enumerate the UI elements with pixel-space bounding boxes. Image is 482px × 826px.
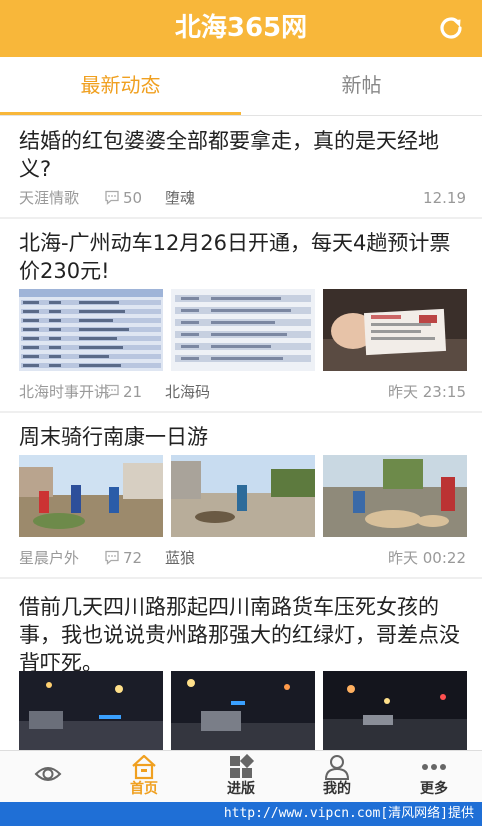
post-image-lunch[interactable] xyxy=(323,455,467,537)
post-meta: 天涯情歌 50 堕魂 12.19 xyxy=(19,187,466,209)
app-title: 北海365网 xyxy=(174,13,308,43)
refresh-icon[interactable] xyxy=(436,13,466,43)
post-author[interactable]: 星晨户外 xyxy=(19,547,79,569)
tab-me-label: 我的 xyxy=(323,781,351,797)
comment-count: 21 xyxy=(104,381,142,403)
watermark-text: http://www.vipcn.com[清风网络]提供 xyxy=(0,802,482,826)
comment-icon xyxy=(105,550,119,565)
post-item[interactable]: 周末骑行南康一日游 星晨户外 72 蓝狼 昨天 00:22 xyxy=(0,413,482,577)
app-header: 北海365网 xyxy=(0,0,482,57)
tab-more[interactable]: 更多 xyxy=(386,751,482,803)
post-time: 12.19 xyxy=(423,189,466,207)
tab-home[interactable]: 首页 xyxy=(96,751,192,803)
post-image-timetable[interactable] xyxy=(19,289,163,371)
tab-more-label: 更多 xyxy=(420,781,448,797)
comment-icon xyxy=(105,190,119,205)
comment-count-value: 72 xyxy=(123,549,143,567)
post-author[interactable]: 北海时事开讲 xyxy=(19,381,109,403)
post-meta: 北海时事开讲 21 北海码 昨天 23:15 xyxy=(19,381,466,403)
post-image-schedule[interactable] xyxy=(171,289,315,371)
post-image-night-crossing[interactable] xyxy=(323,671,467,750)
feed-tabs: 最新动态 新帖 xyxy=(0,57,482,116)
post-title[interactable]: 结婚的红包婆婆全部都要拿走，真的是天经地义? xyxy=(19,127,466,183)
post-title[interactable]: 周末骑行南康一日游 xyxy=(19,423,466,451)
post-author[interactable]: 天涯情歌 xyxy=(19,187,79,209)
post-image-night-traffic[interactable] xyxy=(171,671,315,750)
grid-icon xyxy=(230,754,255,778)
post-time: 昨天 23:15 xyxy=(388,383,466,401)
post-forum[interactable]: 蓝狼 xyxy=(165,547,195,569)
post-image-road[interactable] xyxy=(171,455,315,537)
comment-count-value: 50 xyxy=(123,189,143,207)
home-icon xyxy=(132,754,156,780)
tab-eye[interactable] xyxy=(0,751,96,803)
post-title[interactable]: 北海-广州动车12月26日开通，每天4趟预计票价230元! xyxy=(19,229,466,285)
post-forum[interactable]: 北海码 xyxy=(165,381,210,403)
comment-icon xyxy=(105,384,119,399)
tab-new-posts[interactable]: 新帖 xyxy=(241,57,482,115)
post-item[interactable]: 结婚的红包婆婆全部都要拿走，真的是天经地义? 天涯情歌 50 堕魂 12.19 xyxy=(0,117,482,217)
eye-icon xyxy=(34,767,62,781)
post-item[interactable]: 借前几天四川路那起四川南路货车压死女孩的事，我也说说贵州路那强大的红绿灯，哥差点… xyxy=(0,579,482,750)
tab-forums[interactable]: 进版 xyxy=(193,751,289,803)
comment-count: 72 xyxy=(104,547,142,569)
post-image-ticket[interactable] xyxy=(323,289,467,371)
tab-me[interactable]: 我的 xyxy=(289,751,385,803)
tab-forums-label: 进版 xyxy=(227,781,255,797)
post-time: 昨天 00:22 xyxy=(388,549,466,567)
post-forum[interactable]: 堕魂 xyxy=(165,187,195,209)
post-image-night-street[interactable] xyxy=(19,671,163,750)
post-meta: 星晨户外 72 蓝狼 昨天 00:22 xyxy=(19,547,466,569)
user-icon xyxy=(324,755,350,780)
comment-count-value: 21 xyxy=(123,383,143,401)
more-icon xyxy=(422,764,446,770)
post-title[interactable]: 借前几天四川路那起四川南路货车压死女孩的事，我也说说贵州路那强大的红绿灯，哥差点… xyxy=(19,593,466,677)
bottom-tab-bar: 首页 进版 我的 更多 xyxy=(0,750,482,802)
tab-home-label: 首页 xyxy=(130,781,158,797)
comment-count: 50 xyxy=(104,187,142,209)
post-image-cyclists[interactable] xyxy=(19,455,163,537)
post-item[interactable]: 北海-广州动车12月26日开通，每天4趟预计票价230元! 北海时事开讲 21 … xyxy=(0,219,482,411)
post-feed[interactable]: 结婚的红包婆婆全部都要拿走，真的是天经地义? 天涯情歌 50 堕魂 12.19 … xyxy=(0,117,482,750)
tab-latest[interactable]: 最新动态 xyxy=(0,57,241,115)
